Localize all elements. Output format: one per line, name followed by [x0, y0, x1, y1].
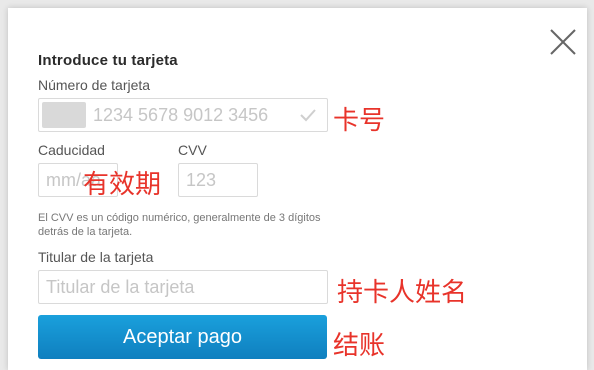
card-number-field[interactable] [38, 98, 328, 132]
cvv-label: CVV [178, 142, 207, 158]
card-brand-icon [42, 102, 86, 128]
cvv-help-text: El CVV es un código numérico, generalmen… [38, 212, 321, 238]
card-number-label: Número de tarjeta [38, 77, 151, 93]
holder-label: Titular de la tarjeta [38, 249, 154, 265]
close-icon[interactable] [549, 28, 577, 56]
cvv-input[interactable] [179, 164, 257, 196]
annotation-card-number: 卡号 [333, 106, 386, 136]
holder-field[interactable] [38, 270, 328, 304]
cvv-field[interactable] [178, 163, 258, 197]
accept-payment-button[interactable]: Aceptar pago [38, 315, 327, 359]
form-title: Introduce tu tarjeta [38, 52, 178, 69]
check-icon [300, 109, 316, 122]
annotation-holder: 持卡人姓名 [337, 278, 468, 308]
expiry-label: Caducidad [38, 142, 105, 158]
card-number-input[interactable] [93, 99, 283, 131]
annotation-checkout: 结账 [333, 331, 386, 361]
annotation-expiry: 有效期 [83, 170, 162, 200]
holder-input[interactable] [39, 271, 327, 303]
